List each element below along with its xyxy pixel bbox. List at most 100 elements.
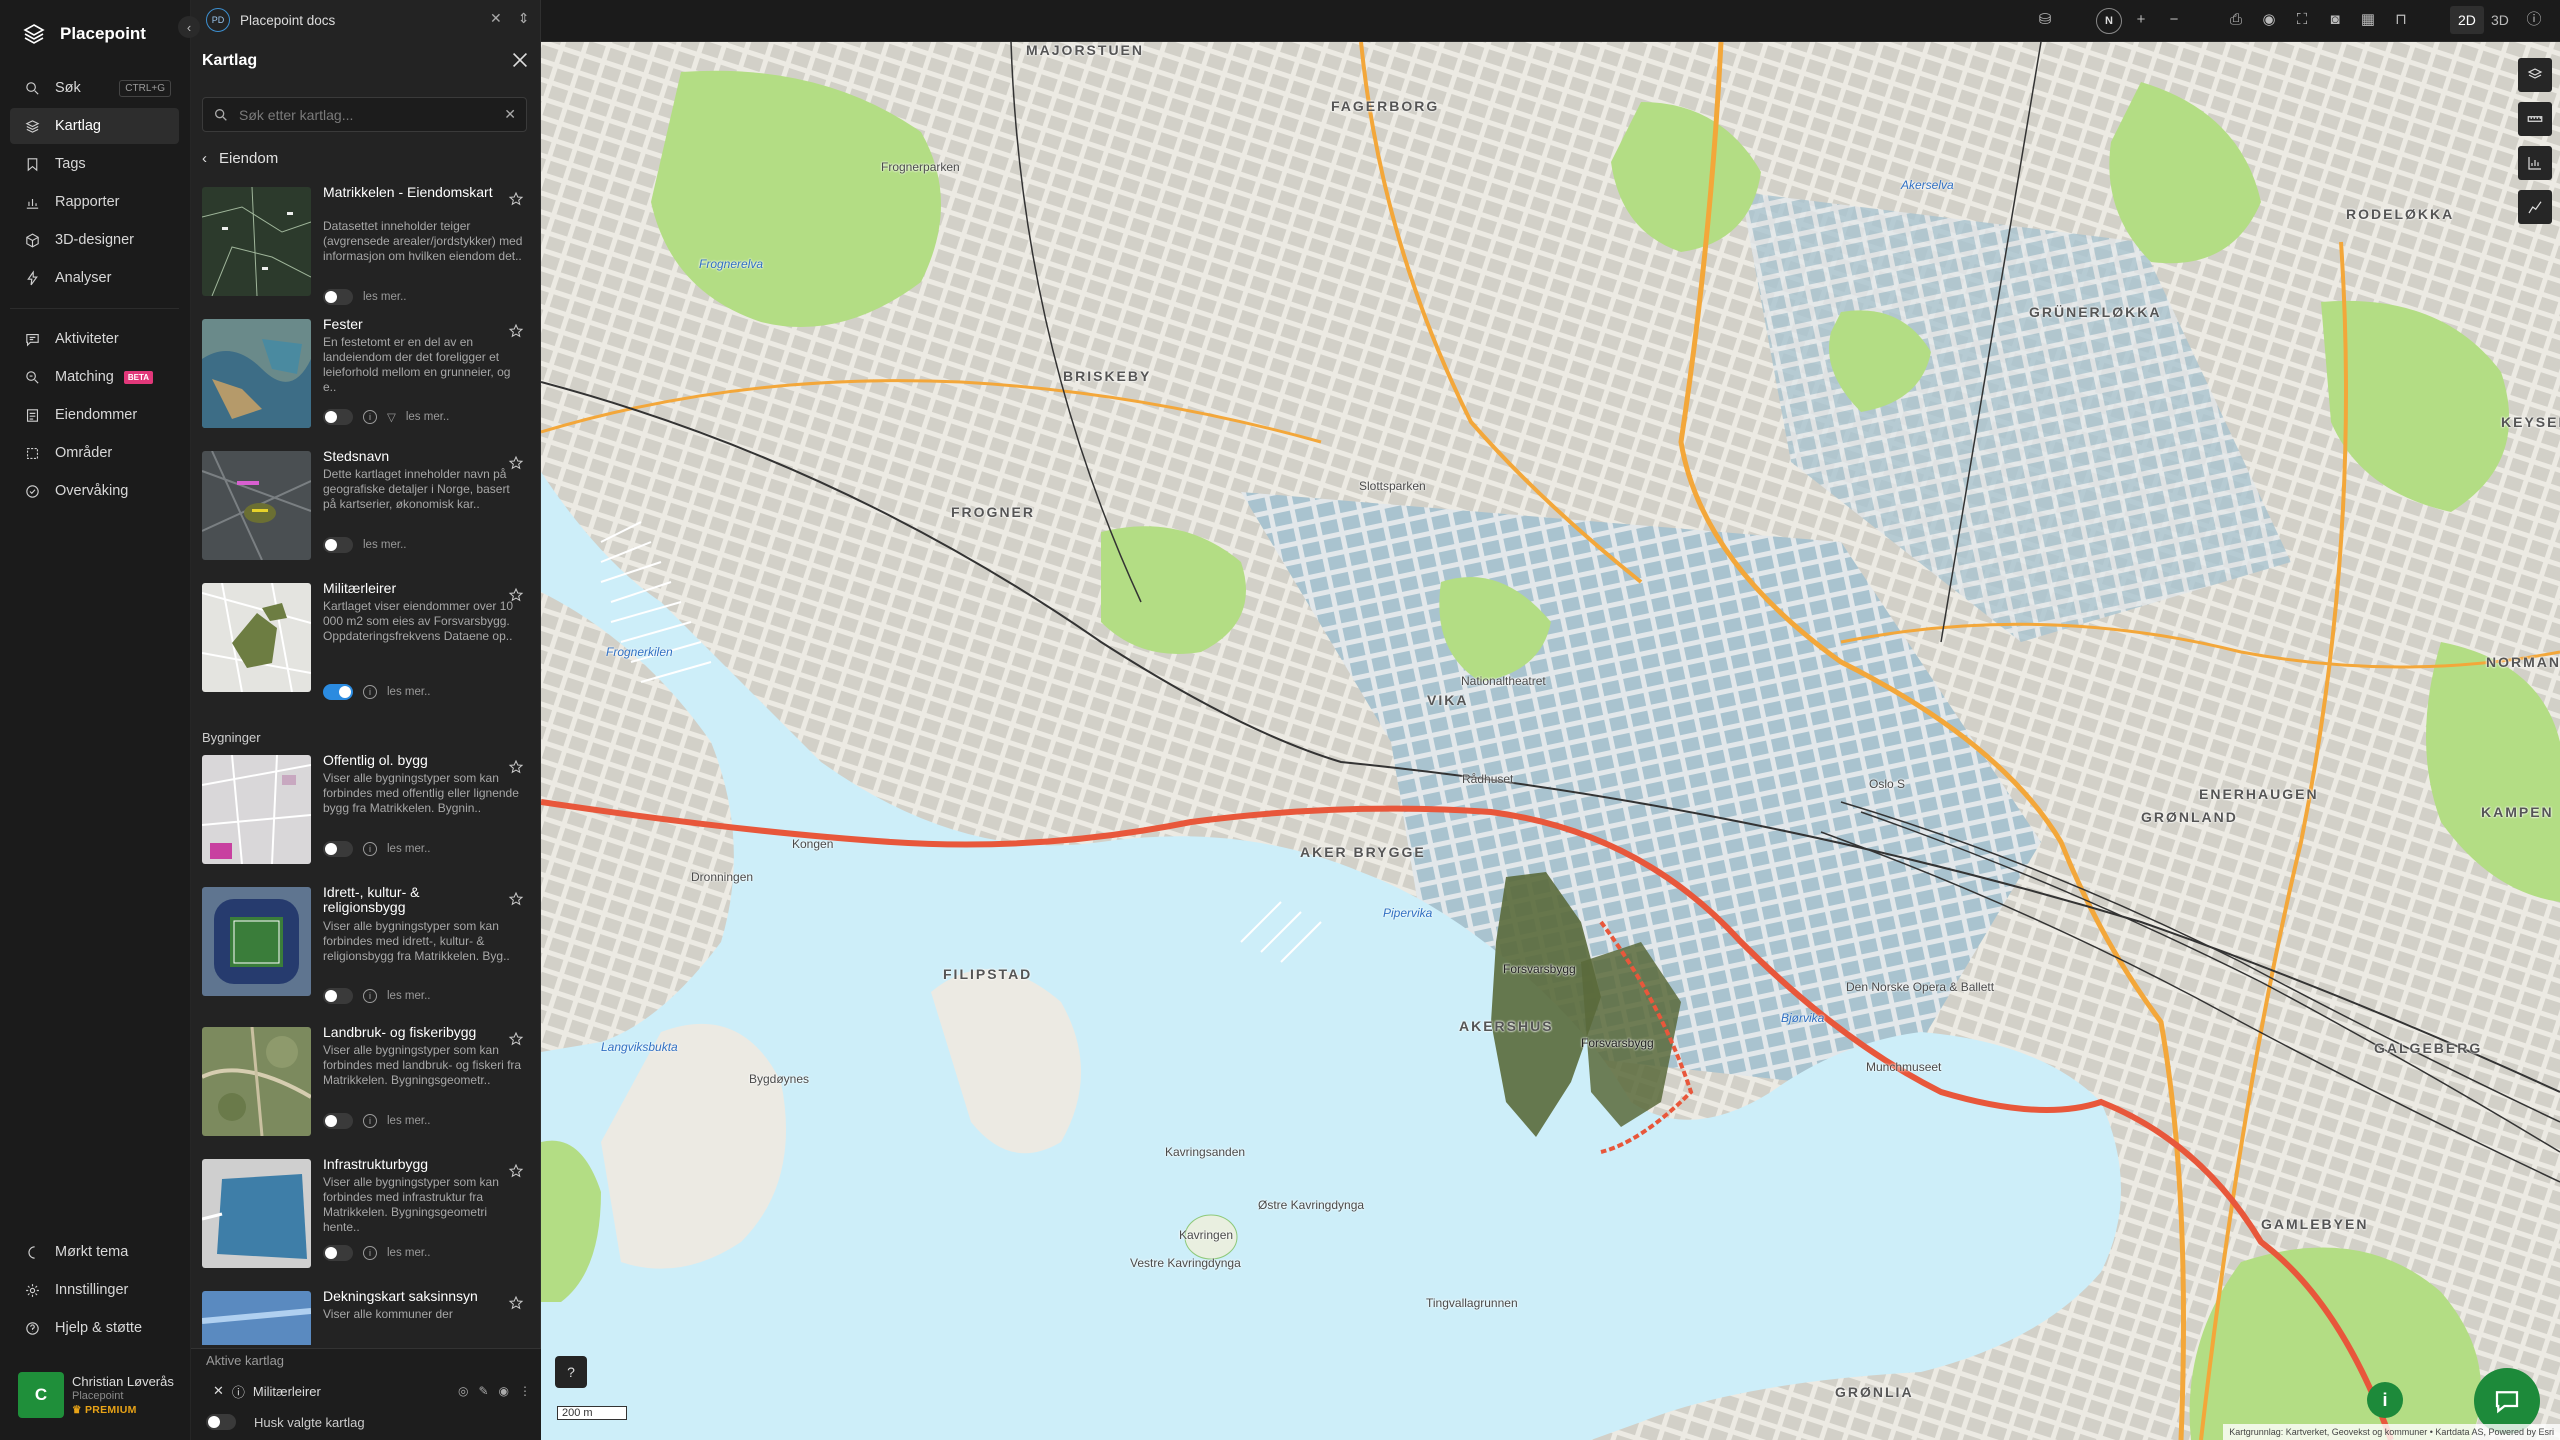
zoom-in-icon[interactable]: + [2131,10,2151,30]
layer-item[interactable]: Matrikkelen - Eiendomskart Datasettet in… [202,185,532,317]
remember-toggle[interactable] [206,1414,236,1430]
user-profile[interactable]: C Christian Løverås Placepoint ♛ PREMIUM [18,1372,174,1418]
compass-button[interactable]: N [2096,8,2122,34]
layer-item[interactable]: Militærleirer Kartlaget viser eiendommer… [202,581,532,729]
remember-label: Husk valgte kartlag [254,1414,365,1430]
nav-item-reports[interactable]: Rapporter [10,184,179,220]
layer-toggle[interactable] [323,289,353,305]
nav-item-monitoring[interactable]: Overvåking [10,473,179,509]
map-label: Østre Kavringdynga [1258,1198,1365,1212]
nav-item-properties[interactable]: Eiendommer [10,397,179,433]
star-icon[interactable] [508,891,524,907]
map-label: Dronningen [691,870,754,884]
info-button[interactable]: i [2367,1382,2403,1418]
nav-item-activities[interactable]: Aktiviteter [10,321,179,357]
print-icon[interactable]: ⎙ [2226,10,2246,30]
stack-icon[interactable]: ⛁ [2035,10,2055,30]
nav-item-areas[interactable]: Områder [10,435,179,471]
opacity-icon[interactable]: ◎ [458,1384,468,1398]
read-more-link[interactable]: les mer.. [406,411,449,423]
read-more-link[interactable]: les mer.. [387,1115,430,1127]
nav-item-settings[interactable]: Innstillinger [10,1272,179,1308]
brand[interactable]: Placepoint [22,22,146,46]
layer-toggle[interactable] [323,988,353,1004]
layer-item[interactable]: Landbruk- og fiskeribygg Viser alle bygn… [202,1025,532,1157]
help-button[interactable]: ? [555,1356,587,1388]
nav-item-help[interactable]: Hjelp & støtte [10,1310,179,1346]
close-icon[interactable] [509,49,531,71]
info-icon[interactable]: i [363,1246,377,1260]
layer-toggle[interactable] [323,684,353,700]
layer-controls: i les mer.. [323,684,430,700]
active-layer-row[interactable]: ✕ ⓘ Militærleirer ◎ ✎ ◉ ⋮ [213,1380,531,1402]
map-label: Oslo S [1869,777,1906,791]
mode-2d-button[interactable]: 2D [2450,6,2484,34]
remove-layer-icon[interactable]: ✕ [213,1383,224,1399]
collapse-sidebar-button[interactable]: ‹ [178,16,200,38]
fullscreen-icon[interactable]: ⛶ [2292,10,2312,30]
profile-tool-button[interactable] [2518,190,2552,224]
more-vertical-icon[interactable]: ⋮ [519,1384,531,1398]
layer-toggle[interactable] [323,1245,353,1261]
read-more-link[interactable]: les mer.. [387,1247,430,1259]
search-input[interactable] [239,106,495,123]
nav-item-matching[interactable]: Matching BETA [10,359,179,395]
layer-item[interactable]: Stedsnavn Dette kartlaget inneholder nav… [202,449,532,581]
zoom-out-icon[interactable]: − [2164,10,2184,30]
layer-item[interactable]: Dekningskart saksinnsyn Viser alle kommu… [202,1289,532,1345]
info-icon[interactable]: ⓘ [232,1382,245,1401]
read-more-link[interactable]: les mer.. [363,291,406,303]
info-icon[interactable]: i [363,1114,377,1128]
read-more-link[interactable]: les mer.. [387,990,430,1002]
eye-icon[interactable]: ◉ [499,1384,509,1398]
map-canvas[interactable]: MAJORSTUEN FAGERBORG BRISKEBY FROGNER RO… [541,42,2560,1440]
map-label: Slottsparken [1359,479,1426,493]
active-layer-name: Militærleirer [252,1383,321,1399]
chart-tool-button[interactable] [2518,146,2552,180]
layer-toggle[interactable] [323,537,353,553]
layer-description: Viser alle bygningstyper som kan forbind… [323,1043,522,1087]
measure-tool-button[interactable] [2518,102,2552,136]
user-name: Christian Løverås [72,1374,174,1389]
read-more-link[interactable]: les mer.. [387,843,430,855]
map-label: ENERHAUGEN [2199,786,2319,802]
breadcrumb[interactable]: ‹ Eiendom [202,150,278,167]
nav-item-dark-theme[interactable]: Mørkt tema [10,1234,179,1270]
grid-icon[interactable]: ▦ [2358,10,2378,30]
layers-tool-button[interactable] [2518,58,2552,92]
camera-icon[interactable]: ◙ [2325,10,2345,30]
filter-icon[interactable]: ▽ [387,410,396,424]
info-icon[interactable]: i [363,842,377,856]
basemap[interactable] [541,42,2560,1440]
info-circle-icon[interactable]: ⓘ [2524,10,2544,30]
map-tools [2518,58,2552,224]
layer-toggle[interactable] [323,841,353,857]
layer-toggle[interactable] [323,1113,353,1129]
nav-item-search[interactable]: Søk CTRL+G [10,70,179,106]
star-icon[interactable] [508,191,524,207]
nav-item-analyses[interactable]: Analyser [10,260,179,296]
nav-item-layers[interactable]: Kartlag [10,108,179,144]
chevron-updown-icon[interactable]: ⇕ [518,10,530,27]
layer-toggle[interactable] [323,409,353,425]
read-more-link[interactable]: les mer.. [387,686,430,698]
clear-search-icon[interactable]: ✕ [504,106,516,123]
document-selector[interactable]: PD Placepoint docs [206,8,335,32]
layer-item[interactable]: Fester En festetomt er en del av en land… [202,317,532,449]
mode-3d-button[interactable]: 3D [2483,6,2517,34]
nav-item-tags[interactable]: Tags [10,146,179,182]
info-icon[interactable]: i [363,989,377,1003]
doc-title: Placepoint docs [240,12,336,28]
read-more-link[interactable]: les mer.. [363,539,406,551]
info-icon[interactable]: i [363,410,377,424]
layer-name: Matrikkelen - Eiendomskart [323,185,493,200]
eye-icon[interactable]: ◉ [2259,10,2279,30]
edit-icon[interactable]: ✎ [478,1384,488,1398]
nav-item-3d-designer[interactable]: 3D-designer [10,222,179,258]
bookmark-icon[interactable]: ⊓ [2391,10,2411,30]
close-doc-icon[interactable]: ✕ [490,10,502,27]
layer-item[interactable]: Offentlig ol. bygg Viser alle bygningsty… [202,753,532,885]
layer-item[interactable]: Idrett-, kultur- & religionsbygg Viser a… [202,885,532,1025]
info-icon[interactable]: i [363,685,377,699]
layer-item[interactable]: Infrastrukturbygg Viser alle bygningstyp… [202,1157,532,1289]
